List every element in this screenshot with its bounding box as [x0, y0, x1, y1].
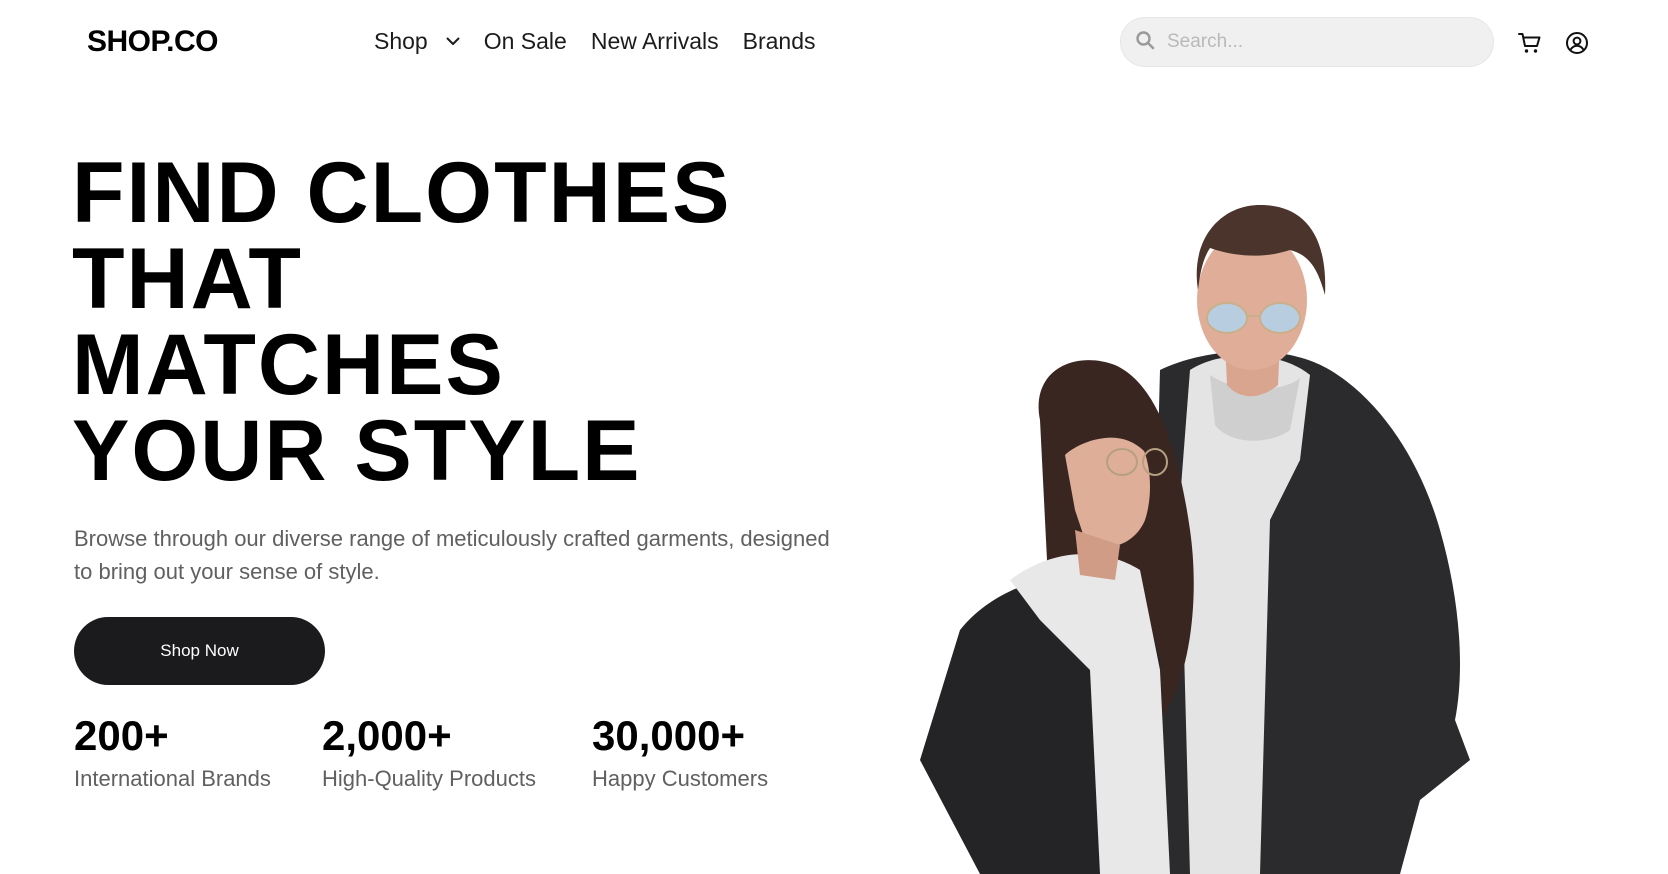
hero-title: FIND CLOTHES THAT MATCHES YOUR STYLE — [72, 150, 832, 494]
site-header: SHOP.CO Shop On Sale New Arrivals Brands — [0, 0, 1668, 84]
hero-description: Browse through our diverse range of meti… — [74, 526, 830, 584]
search-icon — [1135, 30, 1155, 55]
stat-label: Happy Customers — [592, 766, 769, 791]
stat-item: 200+ International Brands — [74, 712, 271, 792]
nav-item-new-arrivals[interactable]: New Arrivals — [591, 28, 719, 55]
hero-models-image — [860, 200, 1560, 874]
cart-icon[interactable] — [1517, 30, 1543, 56]
chevron-down-icon[interactable] — [446, 37, 460, 46]
stat-value: 200+ — [74, 712, 169, 759]
hero-title-line: YOUR STYLE — [72, 403, 642, 499]
user-account-icon[interactable] — [1564, 30, 1590, 56]
hero-title-line: MATCHES — [72, 317, 505, 413]
stat-label: High-Quality Products — [322, 766, 536, 791]
site-logo[interactable]: SHOP.CO — [87, 25, 219, 59]
main-nav: Shop On Sale New Arrivals Brands — [374, 28, 840, 55]
stat-value: 2,000+ — [322, 712, 452, 759]
shop-now-button[interactable]: Shop Now — [74, 617, 325, 685]
hero-title-line: FIND CLOTHES — [72, 145, 732, 241]
stat-item: 30,000+ Happy Customers — [592, 712, 768, 792]
nav-item-shop[interactable]: Shop — [374, 28, 460, 55]
stat-value: 30,000+ — [592, 712, 745, 759]
search-input[interactable] — [1167, 31, 1467, 53]
nav-item-on-sale[interactable]: On Sale — [484, 28, 567, 55]
page: SHOP.CO Shop On Sale New Arrivals Brands — [0, 0, 1668, 874]
stat-item: 2,000+ High-Quality Products — [322, 712, 536, 792]
stat-label: International Brands — [74, 766, 271, 791]
nav-item-shop-label: Shop — [374, 28, 428, 54]
nav-item-brands[interactable]: Brands — [743, 28, 816, 55]
search-bar[interactable] — [1120, 17, 1494, 67]
hero-title-line: THAT — [72, 231, 303, 327]
